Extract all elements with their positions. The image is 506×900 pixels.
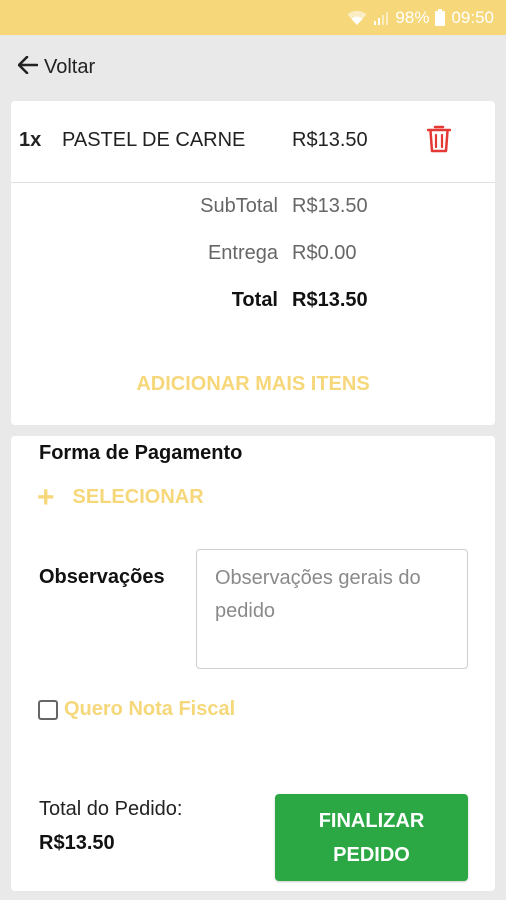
trash-icon[interactable] <box>426 125 452 159</box>
top-bar: Voltar <box>0 35 506 100</box>
observations-label: Observações <box>39 566 165 588</box>
invoice-checkbox-row[interactable]: Quero Nota Fiscal <box>38 698 235 721</box>
plus-icon: + <box>37 480 55 514</box>
clock: 09:50 <box>451 7 494 27</box>
finalize-label-line2: PEDIDO <box>333 843 410 866</box>
finalize-label-line1: FINALIZAR <box>318 809 425 832</box>
order-summary-card: 1x PASTEL DE CARNE R$13.50 SubTotal R$13… <box>11 101 495 425</box>
subtotal-value: R$13.50 <box>292 195 368 217</box>
observations-field[interactable] <box>196 549 468 669</box>
battery-icon <box>435 9 446 26</box>
add-more-items-button[interactable]: ADICIONAR MAIS ITENS <box>11 373 495 396</box>
select-payment-label: SELECIONAR <box>72 486 204 508</box>
back-button[interactable]: Voltar <box>17 55 96 80</box>
item-price: R$13.50 <box>292 129 368 151</box>
order-total-value: R$13.50 <box>39 832 115 854</box>
select-payment-button[interactable]: + SELECIONAR <box>37 480 204 514</box>
arrow-left-icon <box>17 55 39 80</box>
item-quantity: 1x <box>19 129 42 151</box>
total-value: R$13.50 <box>292 289 368 311</box>
signal-icon <box>373 10 389 26</box>
wifi-icon <box>347 10 367 26</box>
item-name: PASTEL DE CARNE <box>62 129 246 151</box>
delivery-value: R$0.00 <box>292 242 357 264</box>
order-total-label: Total do Pedido: <box>39 798 183 820</box>
checkout-card: Forma de Pagamento + SELECIONAR Observaç… <box>11 436 495 891</box>
payment-method-title: Forma de Pagamento <box>39 442 243 464</box>
invoice-label: Quero Nota Fiscal <box>64 698 236 720</box>
total-label: Total <box>231 289 278 311</box>
status-bar: 98% 09:50 <box>0 0 506 35</box>
cart-item-row: 1x PASTEL DE CARNE R$13.50 <box>11 101 495 183</box>
finalize-order-button[interactable]: FINALIZAR PEDIDO <box>275 794 468 881</box>
subtotal-label: SubTotal <box>200 195 278 217</box>
back-label: Voltar <box>44 56 96 78</box>
delivery-label: Entrega <box>207 242 278 264</box>
battery-percent: 98% <box>395 7 430 27</box>
invoice-checkbox[interactable] <box>38 699 58 720</box>
